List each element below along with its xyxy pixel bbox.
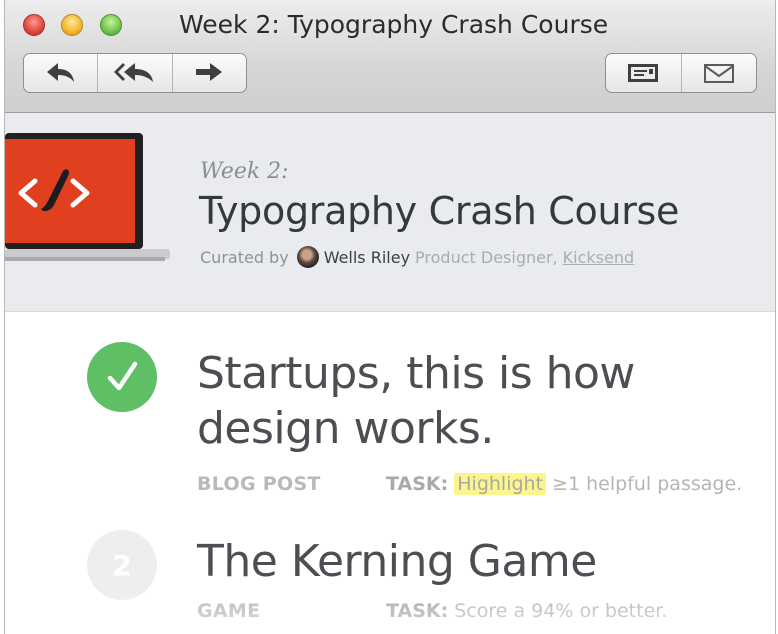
app-window: Week 2: Typography Crash Course Week 2: … (4, 0, 776, 634)
reply-arrow-icon (46, 63, 74, 82)
item-task: TASK: Highlight ≥1 helpful passage. (386, 473, 742, 495)
envelope-icon (703, 64, 734, 83)
card-button[interactable] (606, 54, 681, 92)
window-title: Week 2: Typography Crash Course (179, 10, 609, 39)
item-title[interactable]: Startups, this is how design works. (197, 346, 757, 456)
author-name[interactable]: Wells Riley (324, 248, 410, 267)
task-text: ≥1 helpful passage. (552, 473, 743, 495)
laptop-logo-image (5, 133, 170, 261)
mail-button[interactable] (680, 54, 757, 92)
reply-button-group (23, 53, 247, 93)
author-role: Product Designer, (415, 247, 558, 267)
item-type: BLOG POST (197, 473, 321, 495)
zoom-window-button[interactable] (100, 14, 122, 36)
curator-line: Curated by Wells Riley Product Designer,… (200, 246, 634, 268)
action-button-group (605, 53, 757, 93)
reply-all-arrow-icon (113, 63, 153, 82)
item-title[interactable]: The Kerning Game (197, 534, 597, 589)
title-bar: Week 2: Typography Crash Course (5, 0, 775, 113)
course-header: Week 2: Typography Crash Course Curated … (5, 113, 775, 312)
item-number-badge[interactable]: 2 (87, 530, 157, 600)
completed-badge[interactable] (87, 342, 157, 412)
close-window-button[interactable] (23, 14, 45, 36)
week-label: Week 2: (200, 159, 289, 184)
curated-by-label: Curated by (200, 247, 289, 267)
checkmark-icon (107, 361, 138, 391)
reply-button[interactable] (24, 54, 97, 92)
item-task: TASK: Score a 94% or better. (386, 600, 667, 622)
task-label: TASK: (386, 473, 449, 495)
task-label: TASK: (386, 600, 449, 622)
author-company-link[interactable]: Kicksend (563, 248, 634, 267)
task-highlight: Highlight (454, 473, 547, 495)
id-card-icon (628, 64, 659, 82)
forward-button[interactable] (171, 54, 246, 92)
task-text: Score a 94% or better. (454, 600, 668, 622)
course-title: Typography Crash Course (199, 189, 680, 233)
forward-arrow-icon (196, 63, 223, 81)
item-number: 2 (112, 548, 132, 582)
minimize-window-button[interactable] (61, 14, 83, 36)
reply-all-button[interactable] (97, 54, 171, 92)
item-type: GAME (197, 600, 261, 622)
avatar (296, 246, 319, 268)
